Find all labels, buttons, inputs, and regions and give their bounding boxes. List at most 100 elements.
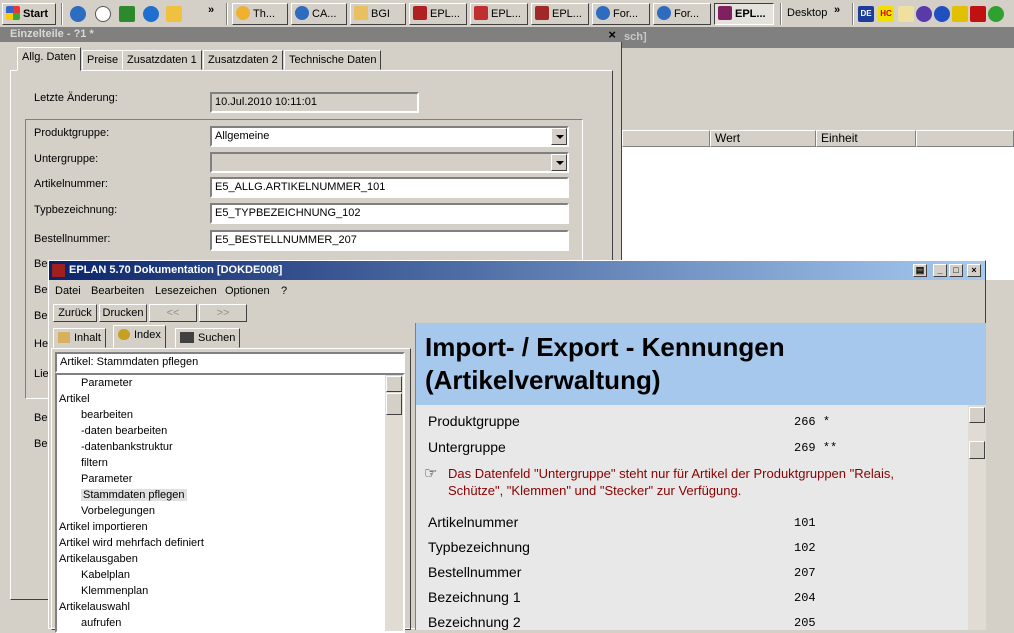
tree-item[interactable]: Klemmenplan: [81, 585, 148, 597]
tree-item[interactable]: aufrufen: [81, 617, 121, 629]
tree-item[interactable]: Artikelauswahl: [59, 601, 130, 613]
windows-logo-icon: [6, 6, 20, 20]
print-button[interactable]: Drucken: [99, 304, 147, 322]
tab-index-label: Index: [134, 329, 161, 341]
print-window-icon[interactable]: ▤: [913, 264, 927, 277]
mail-icon[interactable]: [898, 6, 914, 22]
menu-optionen[interactable]: Optionen: [225, 285, 270, 297]
browser-quicklaunch-icon[interactable]: [143, 6, 159, 22]
content-scrollbar[interactable]: [968, 405, 986, 630]
row-value-number: 269: [794, 441, 816, 455]
tree-item[interactable]: -datenbankstruktur: [81, 441, 173, 453]
typbezeichnung-input[interactable]: E5_TYPBEZEICHNUNG_102: [210, 203, 569, 224]
bestellnummer-input[interactable]: E5_BESTELLNUMMER_207: [210, 230, 569, 251]
menu-help[interactable]: ?: [281, 285, 287, 297]
taskbar-button-6[interactable]: EPL...: [531, 3, 589, 25]
row-value: 269 **: [794, 441, 837, 455]
taskbar-button-9[interactable]: EPL...: [714, 3, 774, 25]
column-header-blank[interactable]: [622, 130, 710, 147]
ie-icon: [657, 6, 671, 20]
taskbar-button-7[interactable]: For...: [592, 3, 650, 25]
menu-lesezeichen[interactable]: Lesezeichen: [155, 285, 217, 297]
network-icon[interactable]: [934, 6, 950, 22]
row-value-number: 266: [794, 415, 816, 429]
tab-preise[interactable]: Preise: [82, 50, 124, 70]
row-value: 204: [794, 591, 816, 605]
minimize-icon[interactable]: _: [933, 264, 947, 277]
taskbar-button-8[interactable]: For...: [653, 3, 711, 25]
book-icon: [58, 332, 70, 343]
pdf-icon[interactable]: [970, 6, 986, 22]
taskbar-button-5[interactable]: EPL...: [470, 3, 528, 25]
quicklaunch-expand[interactable]: »: [208, 4, 214, 16]
scroll-up-icon[interactable]: [386, 376, 402, 392]
taskbar-button-1[interactable]: Th...: [232, 3, 288, 25]
clock-quicklaunch-icon[interactable]: [166, 6, 182, 22]
eplan-icon: [474, 6, 488, 20]
ie-quicklaunch-icon[interactable]: [70, 6, 86, 22]
media-quicklaunch-icon[interactable]: [95, 6, 111, 22]
index-search-input[interactable]: Artikel: Stammdaten pflegen: [55, 352, 405, 373]
tab-index[interactable]: Index: [113, 325, 166, 349]
row-name: Bezeichnung 1: [428, 589, 521, 605]
help-book-icon: [52, 264, 65, 277]
scroll-up-icon[interactable]: [969, 407, 985, 423]
tab-inhalt[interactable]: Inhalt: [53, 328, 106, 348]
tree-item[interactable]: filtern: [81, 457, 108, 469]
language-de-icon[interactable]: DE: [858, 6, 874, 22]
row-name: Bezeichnung 2: [428, 614, 521, 630]
tree-item[interactable]: bearbeiten: [81, 409, 133, 421]
back-window-titlebar: sch]: [622, 28, 1014, 48]
update-icon[interactable]: [988, 6, 1004, 22]
tree-item[interactable]: Kabelplan: [81, 569, 130, 581]
column-header-wert[interactable]: Wert: [710, 130, 816, 147]
tab-allg-daten[interactable]: Allg. Daten: [17, 47, 81, 71]
taskbar-button-3[interactable]: BGI: [350, 3, 406, 25]
prev-button[interactable]: <<: [149, 304, 197, 322]
tree-item[interactable]: Artikel importieren: [59, 521, 148, 533]
app-quicklaunch-icon[interactable]: [119, 6, 135, 22]
tab-zusatzdaten-1[interactable]: Zusatzdaten 1: [122, 50, 202, 70]
back-button[interactable]: Zurück: [53, 304, 97, 322]
tree-scrollbar[interactable]: [385, 375, 403, 631]
tray-app-icon[interactable]: [916, 6, 932, 22]
tree-item[interactable]: Parameter: [81, 473, 132, 485]
index-tree: Parameter Artikel bearbeiten -daten bearbei…: [55, 373, 405, 633]
tab-zusatzdaten-2[interactable]: Zusatzdaten 2: [203, 50, 283, 70]
chevron-down-icon[interactable]: [551, 154, 567, 171]
taskbar-button-label: BGI: [371, 8, 390, 20]
scroll-thumb[interactable]: [969, 441, 985, 459]
tab-technische-daten[interactable]: Technische Daten: [284, 50, 382, 70]
maximize-icon[interactable]: □: [949, 264, 963, 277]
close-icon[interactable]: ×: [967, 264, 981, 277]
start-button[interactable]: Start: [2, 3, 56, 25]
column-header-einheit[interactable]: Einheit: [816, 130, 916, 147]
chevron-down-icon[interactable]: [551, 128, 567, 145]
scroll-thumb[interactable]: [386, 393, 402, 415]
taskbar-button-2[interactable]: CA...: [291, 3, 347, 25]
produktgruppe-select[interactable]: Allgemeine: [210, 126, 569, 147]
next-button[interactable]: >>: [199, 304, 247, 322]
row-name: Bestellnummer: [428, 564, 522, 580]
partial-label: Be: [34, 438, 48, 450]
artikelnummer-input[interactable]: E5_ALLG.ARTIKELNUMMER_101: [210, 177, 569, 198]
untergruppe-select[interactable]: [210, 152, 569, 173]
shield-icon[interactable]: [952, 6, 968, 22]
desktop-expand[interactable]: »: [834, 4, 840, 16]
close-icon[interactable]: ×: [608, 28, 616, 41]
menu-datei[interactable]: Datei: [55, 285, 81, 297]
tree-item[interactable]: Stammdaten pflegen: [81, 489, 187, 501]
tree-item[interactable]: Parameter: [81, 377, 132, 389]
tree-item[interactable]: Vorbelegungen: [81, 505, 155, 517]
tree-item[interactable]: -daten bearbeiten: [81, 425, 167, 437]
hc-icon[interactable]: HC: [878, 6, 894, 22]
tab-suchen[interactable]: Suchen: [175, 328, 241, 348]
desktop-toolbar-label[interactable]: Desktop: [787, 7, 827, 19]
topic-note: Das Datenfeld "Untergruppe" steht nur fü…: [448, 465, 894, 499]
taskbar-button-4[interactable]: EPL...: [409, 3, 467, 25]
tree-item[interactable]: Artikel wird mehrfach definiert: [59, 537, 204, 549]
tree-item[interactable]: Artikel: [59, 393, 90, 405]
column-header-blank[interactable]: [916, 130, 1014, 147]
menu-bearbeiten[interactable]: Bearbeiten: [91, 285, 144, 297]
tree-item[interactable]: Artikelausgaben: [59, 553, 138, 565]
